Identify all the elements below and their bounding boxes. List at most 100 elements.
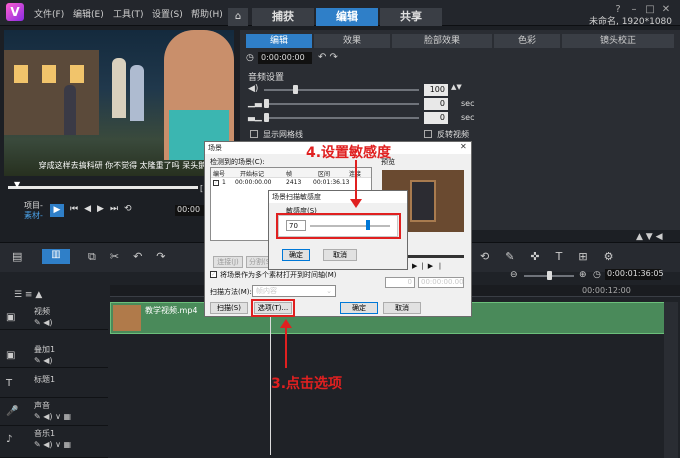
scene-number: 1 [222, 179, 226, 186]
column-header: 区间 [318, 171, 331, 178]
menu-edit[interactable]: 编辑(E) [73, 7, 104, 20]
timeline-timecode[interactable]: 0:00:01:36:05 [605, 269, 664, 280]
tab-capture[interactable]: 捕获 [252, 8, 314, 26]
track-name-music: 音乐1 [34, 429, 56, 438]
panel-arrow-icons[interactable]: ▲ ▼ ◀ [636, 232, 663, 242]
column-header: 开始标记 [240, 171, 265, 178]
window-light [70, 65, 84, 83]
fade-in-icon: ▁▃ [248, 98, 262, 108]
menu-settings[interactable]: 设置(S) [152, 7, 183, 20]
subtab-color[interactable]: 色彩 [494, 34, 560, 48]
subtab-effect[interactable]: 效果 [314, 34, 390, 48]
timeline-tool-icons[interactable]: ⧉✂↶↷ [88, 250, 180, 264]
ruler-label: 00:00:12:00 [582, 286, 631, 295]
track-name-video: 视频 [34, 307, 50, 316]
options-highlight [251, 299, 295, 317]
column-header: 编号 [213, 171, 226, 178]
home-tab-icon[interactable]: ⌂ [228, 8, 248, 26]
title-track-icon: T [6, 378, 13, 389]
sensitivity-dialog-title: 场景扫描敏感度 [269, 191, 407, 203]
scene-checkbox[interactable]: ✓ [213, 180, 219, 186]
fade-out-input[interactable]: 0 [424, 112, 448, 124]
track-controls-icons[interactable]: ✎ ◀) ∨ ▦ [34, 440, 71, 449]
clock-icon: ◷ [593, 270, 601, 280]
volume-slider[interactable] [264, 89, 419, 91]
sensitivity-ok-button[interactable]: 确定 [282, 249, 310, 261]
reverse-checkbox[interactable] [424, 130, 432, 138]
zoom-out-icon[interactable]: ⊖ [510, 270, 518, 280]
subtab-face-effect[interactable]: 脸部效果 [392, 34, 492, 48]
chevron-down-icon: ⌄ [326, 287, 332, 295]
zoom-slider-knob[interactable] [547, 271, 552, 280]
house-image [4, 50, 99, 135]
track-manager-icon[interactable]: ☰ ≡ ▲ [14, 290, 42, 300]
character-figure [130, 65, 144, 121]
volume-spin-icon[interactable]: ▲▼ [451, 83, 462, 91]
clip-name: 教学视频.mp4 [145, 306, 198, 315]
track-controls-icons[interactable]: ✎ ◀) [34, 356, 53, 365]
playback-controls[interactable]: ⏮◀▶⏭⟲ [70, 204, 138, 214]
arrow-line [285, 326, 287, 368]
zoom-in-icon[interactable]: ⊕ [579, 270, 587, 280]
subtab-edit[interactable]: 编辑 [246, 34, 312, 48]
track-header-voice[interactable]: 🎤 声音 ✎ ◀) ∨ ▦ [0, 398, 108, 426]
fade-in-slider-knob[interactable] [264, 99, 269, 108]
arrow-head [350, 199, 362, 208]
clip-thumbnail [113, 305, 141, 331]
timeline-scrollbar[interactable] [664, 302, 678, 458]
table-row[interactable]: ✓ 1 00:00:00.00 2413 00:01:36.13 [211, 179, 371, 188]
scene-duration: 00:01:36.13 [313, 179, 350, 186]
track-header-title[interactable]: T 标题1 [0, 370, 108, 398]
preview-figure [410, 180, 436, 222]
voice-track-icon: 🎤 [6, 406, 19, 417]
reverse-label: 反转视频 [437, 130, 469, 139]
scan-method-select[interactable]: 帧内容 ⌄ [252, 285, 336, 297]
join-button[interactable]: 连接(J) [213, 256, 243, 268]
volume-slider-knob[interactable] [293, 85, 298, 94]
menu-file[interactable]: 文件(F) [34, 7, 64, 20]
tab-edit[interactable]: 编辑 [316, 8, 378, 26]
app-logo: V [6, 3, 24, 21]
multi-clip-checkbox[interactable]: ✓ [210, 271, 217, 278]
cancel-button[interactable]: 取消 [383, 302, 421, 314]
window-light [42, 65, 56, 83]
window-light [14, 65, 28, 83]
audio-settings-label: 音频设置 [248, 73, 285, 83]
play-button[interactable]: ▶ [50, 204, 64, 217]
track-header-video[interactable]: ▣ 视频 ✎ ◀) [0, 302, 108, 330]
volume-input[interactable]: 100 [424, 84, 448, 96]
clip-duration[interactable]: 0:00:00:00 [258, 52, 312, 64]
fade-in-input[interactable]: 0 [424, 98, 448, 110]
scan-button[interactable]: 扫描(S) [210, 302, 248, 314]
overlay-track-icon: ▣ [6, 350, 16, 361]
fade-out-slider-knob[interactable] [264, 113, 269, 122]
track-controls-icons[interactable]: ✎ ◀) ∨ ▦ [34, 412, 71, 421]
track-controls-icons[interactable]: ✎ ◀) [34, 318, 53, 327]
menu-help[interactable]: 帮助(H) [191, 7, 223, 20]
scrub-bar[interactable] [8, 186, 198, 189]
clip-mode-label[interactable]: 素材- [24, 210, 43, 221]
track-header-music[interactable]: ♪ 音乐1 ✎ ◀) ∨ ▦ [0, 426, 108, 458]
tab-share[interactable]: 共享 [380, 8, 442, 26]
fade-out-slider[interactable] [264, 117, 419, 119]
preview-controls[interactable]: ▶|▶❘ [412, 262, 447, 270]
fade-out-icon: ▃▁ [248, 112, 262, 122]
show-grid-checkbox[interactable] [250, 130, 258, 138]
sensitivity-cancel-button[interactable]: 取消 [323, 249, 357, 261]
rotate-icons[interactable]: ↶ ↷ [318, 52, 338, 63]
menu-tools[interactable]: 工具(T) [113, 7, 144, 20]
subtab-lens-correction[interactable]: 镜头校正 [562, 34, 674, 48]
track-header-overlay[interactable]: ▣ 叠加1 ✎ ◀) [0, 340, 108, 368]
clock-icon: ◷ [246, 53, 254, 63]
timeline-view-icon[interactable]: ▥ [42, 249, 70, 264]
time-field[interactable]: 00:00:00.00 [418, 277, 464, 288]
close-icon[interactable]: ✕ [460, 142, 467, 151]
frame-field[interactable]: 0 [385, 277, 415, 288]
ok-button[interactable]: 确定 [340, 302, 378, 314]
storyboard-view-icon[interactable]: ▤ [12, 250, 22, 263]
playhead-icon[interactable]: ▼ [14, 180, 20, 189]
preview-window[interactable]: 穿成这样去搞科研 你不觉得 太隆重了吗 呆头鹅! [4, 30, 234, 176]
fade-in-slider[interactable] [264, 103, 419, 105]
timeline-right-icons[interactable]: ⟲✎✜T⊞⚙ [480, 250, 629, 263]
show-grid-label: 显示网格线 [263, 130, 303, 139]
